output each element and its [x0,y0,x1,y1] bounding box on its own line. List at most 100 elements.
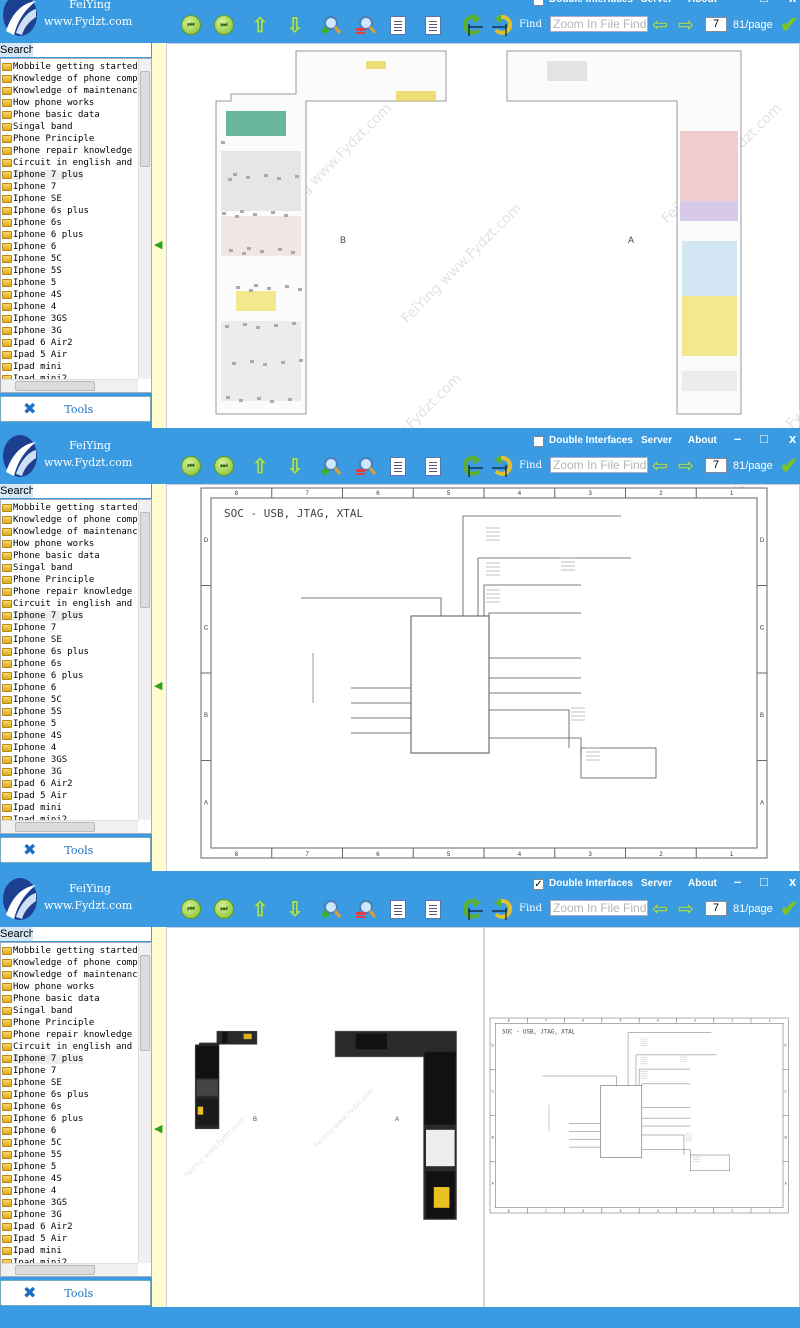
page-number-input[interactable]: 7 [705,17,727,32]
search-input[interactable] [33,927,151,941]
confirm-button[interactable]: ✔ [780,896,798,922]
about-menu[interactable]: About [688,435,717,446]
tree-item[interactable]: Iphone 6 plus [1,1113,138,1125]
board-side-a[interactable] [334,1030,457,1221]
zoom-in-button[interactable] [318,14,342,36]
collapse-arrow-icon[interactable]: ◀ [154,679,162,692]
page-up-button[interactable]: ⇧ [248,898,272,921]
page-down-button[interactable]: ⇩ [283,455,307,478]
rotate-right-button[interactable] [491,455,515,477]
server-menu[interactable]: Server [641,0,672,5]
tree-item[interactable]: Iphone 3G [1,1209,138,1221]
minimize-button[interactable]: – [734,874,741,889]
server-menu[interactable]: Server [641,435,672,446]
page-up-button[interactable]: ⇧ [248,14,272,37]
last-page-button[interactable]: ⏭ [212,898,236,920]
tree-item[interactable]: Iphone 7 plus [1,169,138,181]
find-next-button[interactable]: ⇨ [678,898,694,921]
fit-width-button[interactable] [421,898,445,920]
tree-item[interactable]: Circuit in english and [1,157,138,169]
double-interfaces-checkbox[interactable] [533,0,544,6]
tree-item[interactable]: Iphone 6 [1,241,138,253]
tree-item[interactable]: Iphone 5S [1,265,138,277]
close-button[interactable]: x [789,874,796,889]
rotate-left-button[interactable] [460,898,484,920]
tree-item[interactable]: Ipad 6 Air2 [1,778,138,790]
scroll-thumb[interactable] [140,71,150,167]
fit-page-button[interactable] [386,898,410,920]
vertical-scrollbar[interactable] [138,59,151,379]
page-canvas[interactable]: B AFeiYing www.Fydzt.com FeiYing www.Fydzt… [167,928,800,1315]
tree-item[interactable]: Knowledge of maintenance [1,969,138,981]
tree-item[interactable]: Mobbile getting started tutorial [1,502,138,514]
tree-item[interactable]: Iphone 5S [1,706,138,718]
tree-item[interactable]: Singal band [1,1005,138,1017]
tree-item[interactable]: Iphone 3GS [1,754,138,766]
tree-item[interactable]: Iphone 3G [1,325,138,337]
horizontal-scrollbar[interactable] [1,379,138,392]
tree-item[interactable]: Ipad 5 Air [1,790,138,802]
tree-item[interactable]: Iphone 7 plus [1,610,138,622]
first-page-button[interactable]: ⏮ [179,898,203,920]
rotate-left-button[interactable] [460,455,484,477]
tree-item[interactable]: Iphone 3G [1,766,138,778]
tree-item[interactable]: Iphone 4 [1,301,138,313]
tree-item[interactable]: Phone repair knowledge [1,1029,138,1041]
board-side-b[interactable] [194,1030,258,1130]
tools-button[interactable]: ✖ Tools [0,837,151,863]
tree-item[interactable]: How phone works [1,981,138,993]
tree-item[interactable]: Mobbile getting started tutorial [1,945,138,957]
tree-item[interactable]: Phone Principle [1,574,138,586]
page-down-button[interactable]: ⇩ [283,898,307,921]
tree-item[interactable]: Knowledge of maintenance [1,526,138,538]
first-page-button[interactable]: ⏮ [179,455,203,477]
tree-item[interactable]: Iphone 7 [1,181,138,193]
fit-width-button[interactable] [421,455,445,477]
confirm-button[interactable]: ✔ [780,12,798,38]
double-interfaces-label[interactable]: Double Interfaces [549,0,633,5]
collapse-arrow-icon[interactable]: ◀ [154,1122,162,1135]
tree-item[interactable]: Iphone 5C [1,253,138,265]
find-input[interactable]: Zoom In File Find [550,457,648,473]
tree-item[interactable]: Iphone 5 [1,718,138,730]
tree-item[interactable]: Knowledge of phone components [1,514,138,526]
tree-item[interactable]: Iphone 5C [1,1137,138,1149]
tree-item[interactable]: Phone basic data [1,993,138,1005]
tree-item[interactable]: Iphone 5 [1,1161,138,1173]
tree-item[interactable]: Circuit in english and [1,598,138,610]
tree-item[interactable]: Singal band [1,121,138,133]
tree-item[interactable]: Knowledge of maintenance [1,85,138,97]
double-interfaces-label[interactable]: Double Interfaces [549,878,633,889]
tree-item[interactable]: How phone works [1,97,138,109]
tools-button[interactable]: ✖ Tools [0,396,151,422]
find-next-button[interactable]: ⇨ [678,14,694,37]
tree-item[interactable]: Ipad 5 Air [1,349,138,361]
page-up-button[interactable]: ⇧ [248,455,272,478]
tree-item[interactable]: Iphone 5 [1,277,138,289]
double-interfaces-checkbox[interactable]: ✓ [533,879,544,890]
tree-item[interactable]: Knowledge of phone components [1,957,138,969]
tree-item[interactable]: Iphone 4S [1,1173,138,1185]
confirm-button[interactable]: ✔ [780,453,798,479]
minimize-button[interactable]: – [734,0,741,5]
rotate-left-button[interactable] [460,14,484,36]
tree-item[interactable]: Knowledge of phone components [1,73,138,85]
tree-item[interactable]: Phone Principle [1,133,138,145]
vertical-scrollbar[interactable] [138,943,151,1263]
tree-item[interactable]: Iphone 4 [1,1185,138,1197]
fit-width-button[interactable] [421,14,445,36]
tree-item[interactable]: Ipad mini [1,361,138,373]
tree-item[interactable]: Iphone 6 plus [1,229,138,241]
about-menu[interactable]: About [688,878,717,889]
tree-item[interactable]: How phone works [1,538,138,550]
scroll-thumb[interactable] [15,822,95,832]
horizontal-scrollbar[interactable] [1,820,138,833]
find-input[interactable]: Zoom In File Find [550,16,648,32]
rotate-right-button[interactable] [491,898,515,920]
tree-item[interactable]: Iphone 6s plus [1,205,138,217]
tree-item[interactable]: Iphone 7 [1,622,138,634]
tree-item[interactable]: Circuit in english and [1,1041,138,1053]
last-page-button[interactable]: ⏭ [212,455,236,477]
close-button[interactable]: x [789,0,796,5]
zoom-out-button[interactable] [353,455,377,477]
